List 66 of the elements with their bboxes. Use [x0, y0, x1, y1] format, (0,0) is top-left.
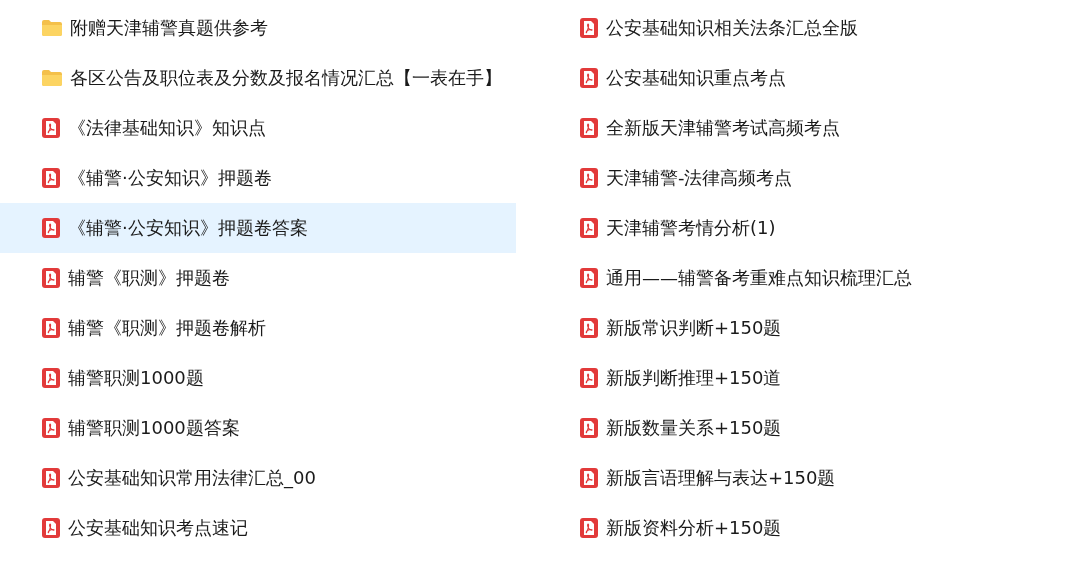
- file-name: 各区公告及职位表及分数及报名情况汇总【一表在手】: [70, 66, 502, 90]
- pdf-file-icon: [580, 368, 598, 388]
- file-row[interactable]: 天津辅警-法律高频考点: [538, 153, 1080, 203]
- pdf-file-icon: [42, 218, 60, 238]
- file-name: 天津辅警-法律高频考点: [606, 166, 793, 190]
- file-name: 公安基础知识常用法律汇总_00: [68, 466, 316, 490]
- pdf-file-icon: [580, 318, 598, 338]
- pdf-file-icon: [42, 368, 60, 388]
- pdf-file-icon: [580, 168, 598, 188]
- file-row[interactable]: 附赠天津辅警真题供参考: [0, 3, 516, 53]
- file-row[interactable]: 辅警职测1000题答案: [0, 403, 516, 453]
- pdf-file-icon: [580, 268, 598, 288]
- file-name: 新版常识判断+150题: [606, 316, 782, 340]
- pdf-file-icon: [42, 418, 60, 438]
- file-row[interactable]: 公安基础知识重点考点: [538, 53, 1080, 103]
- file-row[interactable]: 新版数量关系+150题: [538, 403, 1080, 453]
- file-row[interactable]: 天津辅警考情分析(1): [538, 203, 1080, 253]
- file-name: 通用——辅警备考重难点知识梳理汇总: [606, 266, 912, 290]
- file-name: 新版言语理解与表达+150题: [606, 466, 836, 490]
- pdf-file-icon: [580, 68, 598, 88]
- file-name: 附赠天津辅警真题供参考: [70, 16, 268, 40]
- file-name: 新版资料分析+150题: [606, 516, 782, 540]
- file-row[interactable]: 公安基础知识相关法条汇总全版: [538, 3, 1080, 53]
- pdf-file-icon: [42, 168, 60, 188]
- file-name: 《辅警·公安知识》押题卷答案: [68, 216, 308, 240]
- file-row[interactable]: 公安基础知识常用法律汇总_00: [0, 453, 516, 503]
- pdf-file-icon: [580, 18, 598, 38]
- file-row[interactable]: 全新版天津辅警考试高频考点: [538, 103, 1080, 153]
- file-name: 天津辅警考情分析(1): [606, 216, 776, 240]
- file-row[interactable]: 新版判断推理+150道: [538, 353, 1080, 403]
- file-name: 公安基础知识相关法条汇总全版: [606, 16, 858, 40]
- file-name: 公安基础知识重点考点: [606, 66, 786, 90]
- pdf-file-icon: [580, 118, 598, 138]
- file-name: 辅警职测1000题答案: [68, 416, 240, 440]
- folder-icon: [42, 70, 62, 86]
- file-name: 新版判断推理+150道: [606, 366, 782, 390]
- file-row[interactable]: 新版言语理解与表达+150题: [538, 453, 1080, 503]
- pdf-file-icon: [42, 268, 60, 288]
- file-row[interactable]: 《辅警·公安知识》押题卷: [0, 153, 516, 203]
- file-row[interactable]: 辅警职测1000题: [0, 353, 516, 403]
- file-name: 全新版天津辅警考试高频考点: [606, 116, 840, 140]
- file-row[interactable]: 新版资料分析+150题: [538, 503, 1080, 553]
- file-name: 公安基础知识考点速记: [68, 516, 248, 540]
- pdf-file-icon: [580, 218, 598, 238]
- file-row[interactable]: 新版常识判断+150题: [538, 303, 1080, 353]
- pdf-file-icon: [580, 518, 598, 538]
- file-name: 《辅警·公安知识》押题卷: [68, 166, 272, 190]
- folder-icon: [42, 20, 62, 36]
- file-row[interactable]: 通用——辅警备考重难点知识梳理汇总: [538, 253, 1080, 303]
- file-row[interactable]: 辅警《职测》押题卷解析: [0, 303, 516, 353]
- file-row[interactable]: 公安基础知识考点速记: [0, 503, 516, 553]
- pdf-file-icon: [580, 418, 598, 438]
- pdf-file-icon: [42, 468, 60, 488]
- file-name: 辅警职测1000题: [68, 366, 204, 390]
- file-row[interactable]: 各区公告及职位表及分数及报名情况汇总【一表在手】: [0, 53, 516, 103]
- pdf-file-icon: [42, 118, 60, 138]
- file-name: 《法律基础知识》知识点: [68, 116, 266, 140]
- pdf-file-icon: [42, 318, 60, 338]
- file-row[interactable]: 辅警《职测》押题卷: [0, 253, 516, 303]
- file-name: 辅警《职测》押题卷: [68, 266, 230, 290]
- file-name: 辅警《职测》押题卷解析: [68, 316, 266, 340]
- file-name: 新版数量关系+150题: [606, 416, 782, 440]
- file-row[interactable]: 《辅警·公安知识》押题卷答案: [0, 203, 516, 253]
- file-row[interactable]: 《法律基础知识》知识点: [0, 103, 516, 153]
- pdf-file-icon: [42, 518, 60, 538]
- pdf-file-icon: [580, 468, 598, 488]
